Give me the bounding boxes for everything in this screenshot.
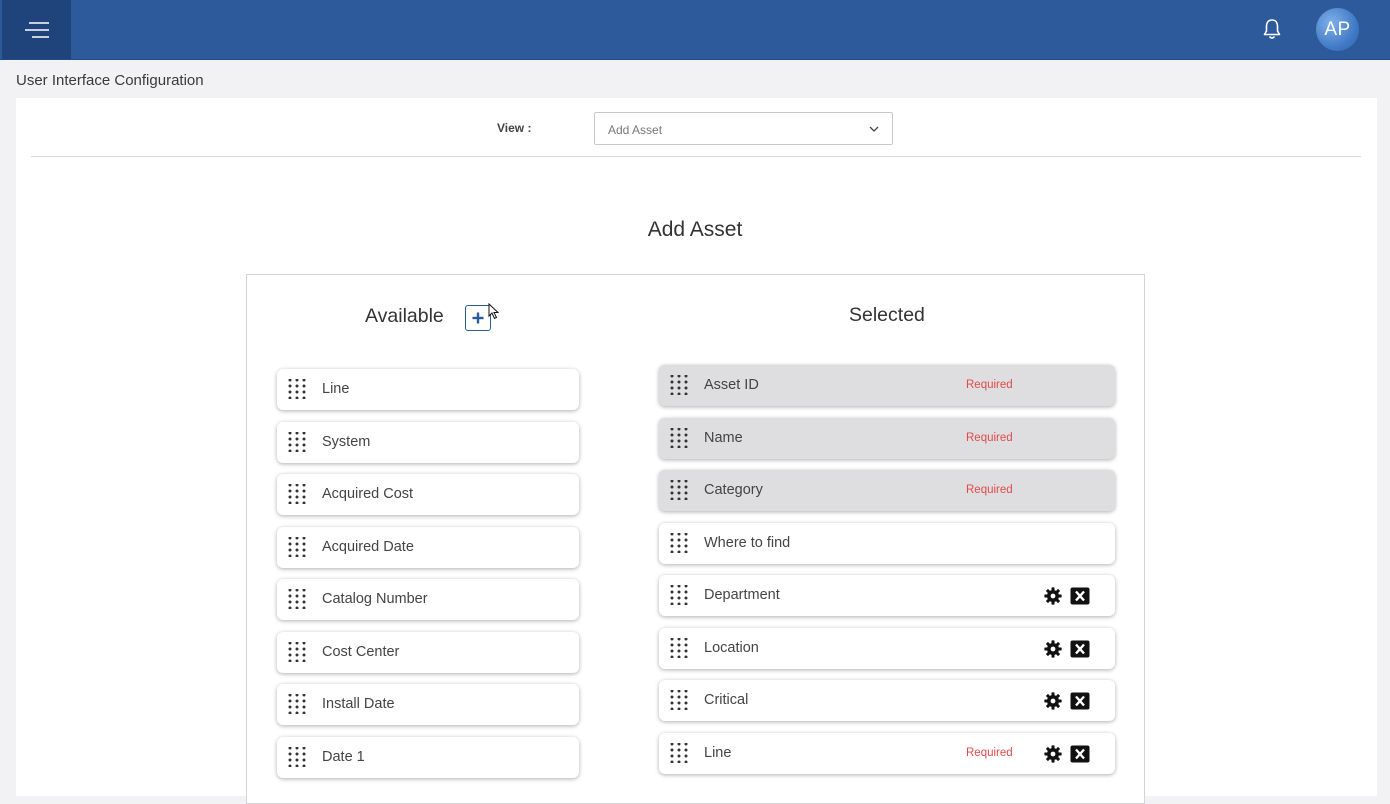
bell-icon[interactable]	[1259, 16, 1285, 42]
drag-handle-icon[interactable]	[669, 637, 689, 658]
field-label: Asset ID	[704, 377, 759, 393]
available-field-item[interactable]: Date 1	[277, 736, 579, 778]
divider	[31, 156, 1361, 157]
user-avatar[interactable]: AP	[1316, 8, 1359, 51]
available-field-item[interactable]: System	[277, 421, 579, 463]
drag-handle-icon[interactable]	[669, 480, 689, 500]
hamburger-icon	[24, 21, 49, 38]
remove-icon[interactable]	[1070, 640, 1090, 658]
view-select-value: Add Asset	[608, 123, 663, 137]
field-label: Critical	[704, 692, 749, 708]
field-label: System	[322, 433, 371, 450]
field-label: Where to find	[704, 534, 791, 551]
mouse-cursor-icon	[488, 303, 499, 320]
field-label: Acquired Date	[322, 538, 414, 555]
field-label: Date 1	[322, 748, 365, 765]
required-badge: Required	[966, 484, 1013, 496]
field-label: Name	[704, 429, 743, 446]
remove-icon[interactable]	[1070, 587, 1090, 605]
view-label: View :	[497, 121, 532, 135]
drag-handle-icon[interactable]	[287, 589, 307, 609]
selected-field-item[interactable]: Asset ID Required	[659, 365, 1115, 406]
required-badge: Required	[966, 431, 1013, 444]
available-field-item[interactable]: Cost Center	[277, 631, 579, 673]
drag-handle-icon[interactable]	[287, 379, 307, 399]
drag-handle-icon[interactable]	[287, 484, 307, 504]
drag-handle-icon[interactable]	[287, 536, 307, 557]
drag-handle-icon[interactable]	[669, 375, 689, 395]
available-field-item[interactable]: Acquired Cost	[277, 474, 579, 515]
gear-icon[interactable]	[1044, 639, 1062, 658]
drag-handle-icon[interactable]	[669, 742, 689, 763]
selected-field-item[interactable]: Department	[659, 575, 1115, 616]
drag-handle-icon[interactable]	[669, 532, 689, 553]
gear-icon[interactable]	[1044, 692, 1062, 710]
drag-handle-icon[interactable]	[287, 641, 307, 662]
menu-button[interactable]	[2, 0, 71, 59]
available-title: Available	[365, 305, 444, 327]
drag-handle-icon[interactable]	[287, 431, 307, 452]
required-badge: Required	[966, 746, 1013, 759]
field-label: Location	[704, 639, 759, 656]
remove-icon[interactable]	[1070, 692, 1090, 710]
available-field-item[interactable]: Install Date	[277, 684, 579, 725]
remove-icon[interactable]	[1070, 745, 1090, 763]
selected-field-item[interactable]: Where to find	[659, 522, 1115, 564]
field-label: Line	[704, 744, 732, 761]
required-badge: Required	[966, 379, 1013, 391]
drag-handle-icon[interactable]	[287, 746, 307, 767]
page-title: User Interface Configuration	[16, 72, 204, 89]
field-label: Category	[704, 482, 763, 498]
gear-icon[interactable]	[1044, 744, 1062, 763]
field-label: Install Date	[322, 696, 395, 712]
field-label: Acquired Cost	[322, 486, 414, 502]
field-label: Department	[704, 587, 780, 603]
selected-field-item[interactable]: Line Required	[659, 732, 1115, 774]
view-select[interactable]: Add Asset	[594, 112, 893, 145]
top-bar: AP	[0, 0, 1390, 60]
field-label: Catalog Number	[322, 591, 428, 607]
selected-title: Selected	[849, 304, 925, 326]
selected-field-item[interactable]: Name Required	[659, 417, 1115, 459]
drag-handle-icon[interactable]	[287, 694, 307, 714]
available-field-item[interactable]: Line	[277, 369, 579, 410]
available-field-item[interactable]: Catalog Number	[277, 579, 579, 620]
drag-handle-icon[interactable]	[669, 585, 689, 605]
selected-field-item[interactable]: Category Required	[659, 470, 1115, 511]
drag-handle-icon[interactable]	[669, 427, 689, 448]
drag-handle-icon[interactable]	[669, 690, 689, 710]
chevron-down-icon	[869, 126, 879, 132]
plus-icon	[472, 312, 484, 324]
form-title: Add Asset	[647, 218, 743, 241]
field-label: Line	[322, 381, 350, 397]
selected-field-item[interactable]: Critical	[659, 680, 1115, 721]
available-field-item[interactable]: Acquired Date	[277, 526, 579, 568]
field-label: Cost Center	[322, 643, 400, 660]
selected-field-item[interactable]: Location	[659, 627, 1115, 669]
gear-icon[interactable]	[1044, 587, 1062, 605]
